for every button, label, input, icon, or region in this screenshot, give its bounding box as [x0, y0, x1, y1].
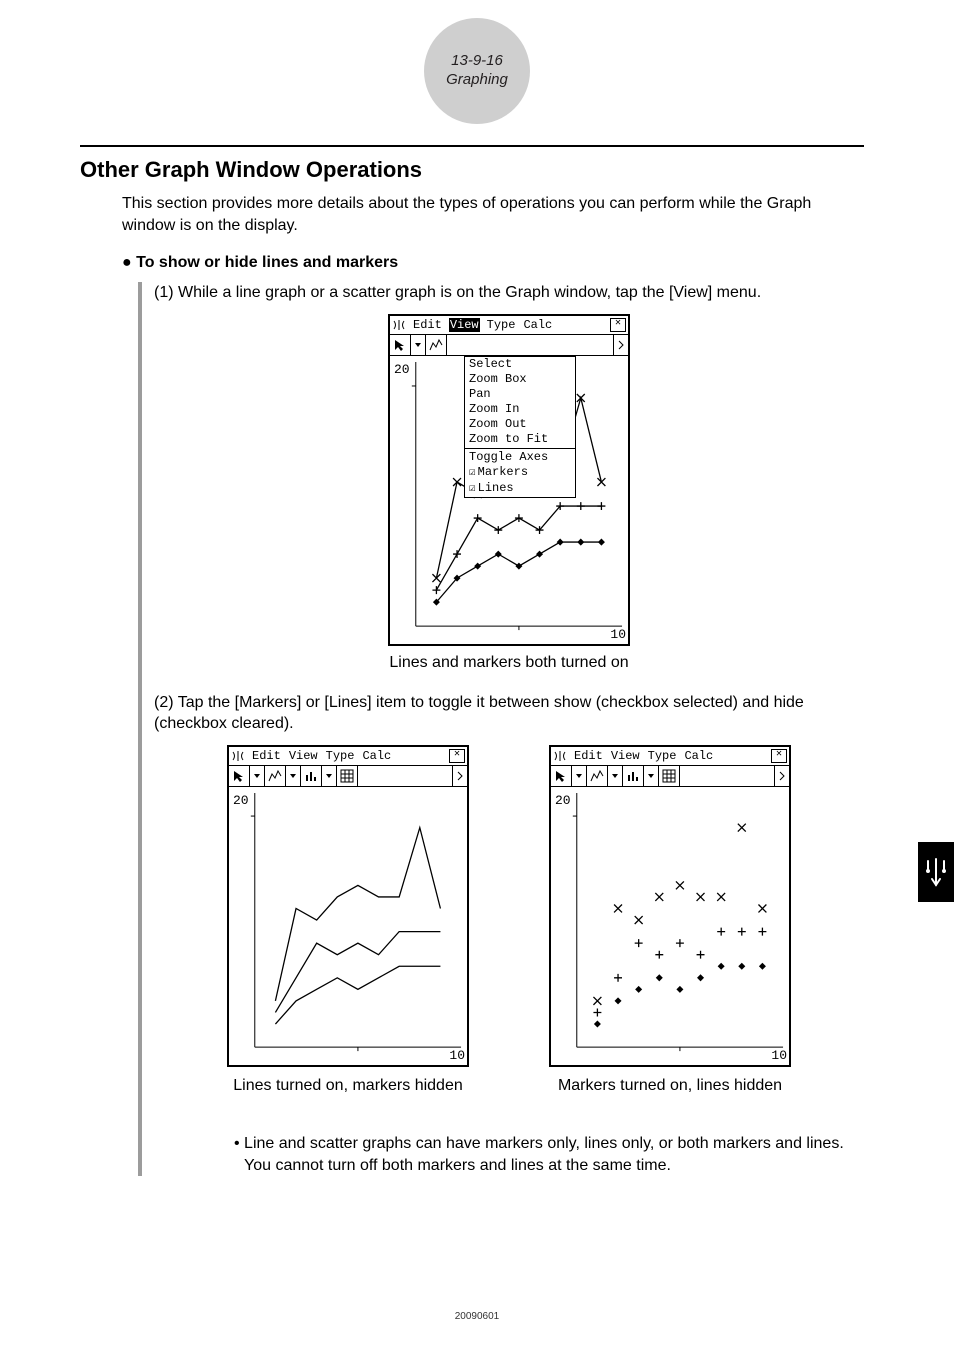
toolbar [390, 335, 628, 356]
calc-screenshot-1: Edit View Type Calc ✕ [388, 314, 630, 646]
screenshot-row: Edit View Type Calc ✕ [154, 745, 864, 1115]
menubar: Edit View Type Calc ✕ [551, 747, 789, 766]
menu-edit[interactable]: Edit [573, 749, 604, 763]
menu-item-markers[interactable]: Markers [465, 465, 575, 481]
plot-area: 20 10 [229, 787, 467, 1065]
bullet-icon: ● [122, 254, 132, 271]
page: 13-9-16 Graphing Other Graph Window Oper… [0, 0, 954, 1350]
toolbar-table-icon[interactable] [659, 766, 680, 786]
toolbar-chart-type-icon[interactable] [301, 766, 322, 786]
menu-type[interactable]: Type [486, 318, 517, 332]
dropdown-arrow-icon[interactable] [250, 766, 265, 786]
plot-area: 20 10 [551, 787, 789, 1065]
menu-type[interactable]: Type [325, 749, 356, 763]
step-2: (2) Tap the [Markers] or [Lines] item to… [154, 692, 864, 735]
menubar: Edit View Type Calc ✕ [229, 747, 467, 766]
toolbar-table-icon[interactable] [337, 766, 358, 786]
toolbar-graph-icon[interactable] [587, 766, 608, 786]
caption-right: Markers turned on, lines hidden [558, 1077, 782, 1095]
toolbar-graph-icon[interactable] [426, 335, 447, 355]
dropdown-arrow-icon[interactable] [608, 766, 623, 786]
page-chapter: Graphing [446, 71, 508, 90]
toolbar-select-icon[interactable] [229, 766, 250, 786]
menu-item-select[interactable]: Select [465, 357, 575, 372]
menu-edit[interactable]: Edit [251, 749, 282, 763]
app-menu-icon[interactable] [392, 319, 406, 331]
app-menu-icon[interactable] [231, 750, 245, 762]
tab-icon [924, 857, 948, 887]
dropdown-arrow-icon[interactable] [572, 766, 587, 786]
menu-view[interactable]: View [610, 749, 641, 763]
menu-item-lines[interactable]: Lines [465, 481, 575, 497]
note: • Line and scatter graphs can have marke… [234, 1133, 864, 1176]
view-dropdown: Select Zoom Box Pan Zoom In Zoom Out Zoo… [464, 356, 576, 498]
menu-calc[interactable]: Calc [361, 749, 392, 763]
plot-svg [229, 787, 467, 1065]
content: Other Graph Window Operations This secti… [80, 145, 864, 1176]
toolbar-expand-icon[interactable] [774, 766, 789, 786]
step-1: (1) While a line graph or a scatter grap… [154, 282, 864, 304]
dropdown-arrow-icon[interactable] [286, 766, 301, 786]
close-icon[interactable]: ✕ [449, 749, 465, 763]
toolbar-expand-icon[interactable] [452, 766, 467, 786]
print-id: 20090601 [0, 1311, 954, 1322]
toolbar-select-icon[interactable] [551, 766, 572, 786]
calc-screenshot-3: Edit View Type Calc ✕ [549, 745, 791, 1067]
toolbar-select-icon[interactable] [390, 335, 411, 355]
menu-view[interactable]: View [449, 318, 480, 332]
procedure-block: (1) While a line graph or a scatter grap… [138, 282, 864, 1176]
menu-item-zoom-to-fit[interactable]: Zoom to Fit [465, 432, 575, 447]
calc-screenshot-2: Edit View Type Calc ✕ [227, 745, 469, 1067]
section-rule [80, 145, 864, 147]
chapter-thumb-tab [918, 842, 954, 902]
toolbar [229, 766, 467, 787]
page-ref: 13-9-16 [451, 52, 503, 71]
procedure-title-text: To show or hide lines and markers [136, 254, 398, 271]
menu-item-toggle-axes[interactable]: Toggle Axes [465, 450, 575, 465]
menu-edit[interactable]: Edit [412, 318, 443, 332]
toolbar-graph-icon[interactable] [265, 766, 286, 786]
dropdown-arrow-icon[interactable] [322, 766, 337, 786]
menu-item-zoom-in[interactable]: Zoom In [465, 402, 575, 417]
menu-calc[interactable]: Calc [522, 318, 553, 332]
plot-area: 20 10 Select Zoom Box Pan Zoom In Zoom O… [390, 356, 628, 644]
toolbar-chart-type-icon[interactable] [623, 766, 644, 786]
intro-text: This section provides more details about… [122, 193, 864, 236]
caption-1: Lines and markers both turned on [154, 654, 864, 672]
plot-svg [551, 787, 789, 1065]
menu-type[interactable]: Type [647, 749, 678, 763]
menu-view[interactable]: View [288, 749, 319, 763]
caption-left: Lines turned on, markers hidden [233, 1077, 462, 1095]
close-icon[interactable]: ✕ [610, 318, 626, 332]
dropdown-arrow-icon[interactable] [411, 335, 426, 355]
menu-calc[interactable]: Calc [683, 749, 714, 763]
menu-item-zoom-box[interactable]: Zoom Box [465, 372, 575, 387]
dropdown-arrow-icon[interactable] [644, 766, 659, 786]
menu-item-zoom-out[interactable]: Zoom Out [465, 417, 575, 432]
menu-item-pan[interactable]: Pan [465, 387, 575, 402]
app-menu-icon[interactable] [553, 750, 567, 762]
section-title: Other Graph Window Operations [80, 157, 864, 183]
menubar: Edit View Type Calc ✕ [390, 316, 628, 335]
close-icon[interactable]: ✕ [771, 749, 787, 763]
page-badge: 13-9-16 Graphing [424, 18, 530, 124]
procedure-title: ● To show or hide lines and markers [122, 254, 864, 272]
toolbar [551, 766, 789, 787]
toolbar-expand-icon[interactable] [613, 335, 628, 355]
